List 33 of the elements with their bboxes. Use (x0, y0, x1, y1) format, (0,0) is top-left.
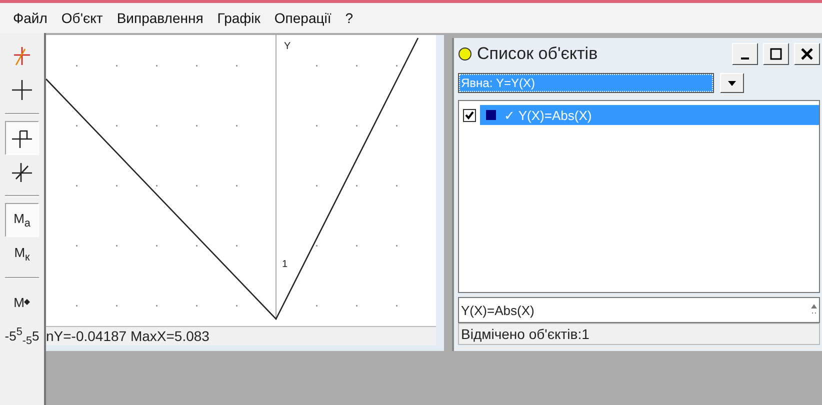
menu-item[interactable]: Графік (217, 10, 260, 26)
app-icon (458, 47, 472, 61)
menu-item[interactable]: Операції (274, 10, 332, 26)
caret-icon (728, 80, 736, 86)
tool-button[interactable]: M$_{a}$ (5, 203, 39, 237)
window-title: Список об'єктів (477, 44, 599, 64)
maximize-button[interactable] (763, 43, 789, 65)
formula-field[interactable]: Y(X)=Abs(X) (458, 297, 820, 323)
close-button[interactable] (794, 43, 820, 65)
menu-item[interactable]: Файл (13, 10, 48, 26)
dropdown-button[interactable] (720, 73, 744, 93)
diamond-icon (24, 299, 30, 305)
axis-label: Y (284, 41, 291, 52)
minimize-button[interactable] (732, 43, 758, 65)
tool-button[interactable]: -5$^{5}$$_{-5}$5 (5, 319, 39, 353)
tick-label: 1 (282, 259, 288, 270)
maximize-icon (770, 48, 782, 60)
menu-item[interactable]: Виправлення (116, 10, 204, 26)
checkbox[interactable] (463, 108, 476, 122)
cross-pen-icon (12, 45, 32, 67)
tool-button[interactable]: M$_{к}$ (5, 237, 39, 271)
menu-item[interactable]: ? (345, 10, 354, 26)
cross-slash-icon (11, 161, 33, 183)
menu-item[interactable]: Об'єкт (61, 10, 103, 26)
crosshair-icon (11, 79, 33, 101)
checkmark-icon (465, 110, 474, 120)
close-icon (801, 48, 813, 60)
status-text: nY=-0.04187 MaxX=5.083 (46, 326, 436, 345)
marker-label: M (14, 294, 30, 310)
status-text: Відмічено об'єктів:1 (458, 323, 820, 345)
tool-button[interactable]: M (5, 285, 39, 319)
tool-button[interactable] (5, 121, 39, 155)
minimize-icon (741, 56, 749, 60)
